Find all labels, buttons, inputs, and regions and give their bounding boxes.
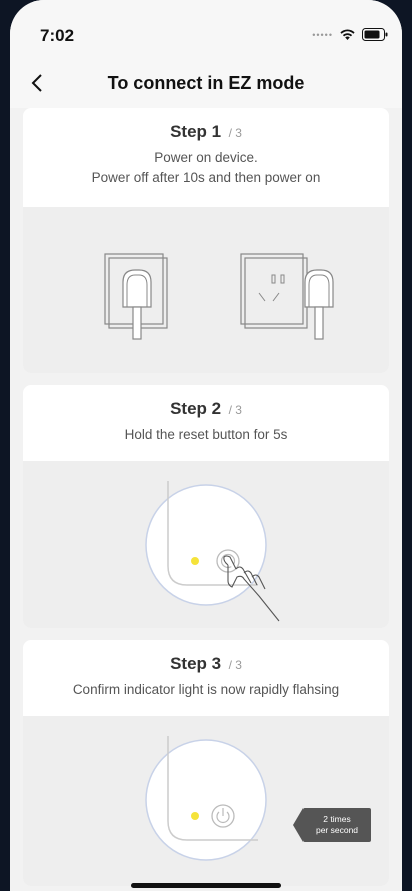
step-header: Step 3 / 3 Confirm indicator light is no…	[23, 640, 389, 716]
step-title: Step 2	[170, 399, 222, 418]
plug-outlet-illustration	[104, 253, 334, 340]
step-card-2: Step 2 / 3 Hold the reset button for 5s	[23, 385, 389, 628]
nav-bar: To connect in EZ mode	[10, 62, 402, 108]
step-header: Step 2 / 3 Hold the reset button for 5s	[23, 385, 389, 461]
step-description: Confirm indicator light is now rapidly f…	[72, 682, 340, 697]
status-bar: 7:02 •••••	[10, 0, 402, 62]
battery-icon	[362, 28, 388, 41]
page-title: To connect in EZ mode	[107, 73, 305, 93]
tooltip-line-1: 2 times	[323, 814, 351, 824]
steps-list: Step 1 / 3 Power on device. Power off af…	[23, 108, 389, 891]
step-description: Power on device.	[154, 150, 258, 165]
home-indicator[interactable]	[131, 883, 281, 888]
step-title: Step 3	[170, 654, 222, 673]
step-illustration: 2 times per second	[23, 716, 389, 886]
status-time: 7:02	[40, 26, 75, 45]
step-card-1: Step 1 / 3 Power on device. Power off af…	[23, 108, 389, 373]
flash-rate-tooltip: 2 times per second	[293, 808, 371, 842]
reset-button-illustration	[145, 481, 280, 622]
step-illustration	[23, 207, 389, 373]
wifi-icon	[340, 29, 355, 40]
indicator-light	[191, 812, 199, 820]
indicator-light	[191, 557, 199, 565]
step-count: / 3	[228, 658, 242, 672]
tooltip-line-2: per second	[315, 825, 359, 835]
signal-icon: •••••	[312, 29, 333, 40]
step-illustration	[23, 461, 389, 628]
indicator-light-illustration	[145, 736, 267, 861]
step-description: Hold the reset button for 5s	[124, 427, 288, 442]
step-card-3: Step 3 / 3 Confirm indicator light is no…	[23, 640, 389, 886]
status-icons: •••••	[312, 28, 388, 41]
step-title: Step 1	[170, 122, 222, 141]
step-count: / 3	[228, 403, 242, 417]
step-description-2: Power off after 10s and then power on	[91, 170, 321, 185]
step-count: / 3	[228, 126, 242, 140]
step-header: Step 1 / 3 Power on device. Power off af…	[23, 108, 389, 207]
phone-screen: 7:02 ••••• To connect in EZ mode Step 1 …	[10, 0, 402, 891]
